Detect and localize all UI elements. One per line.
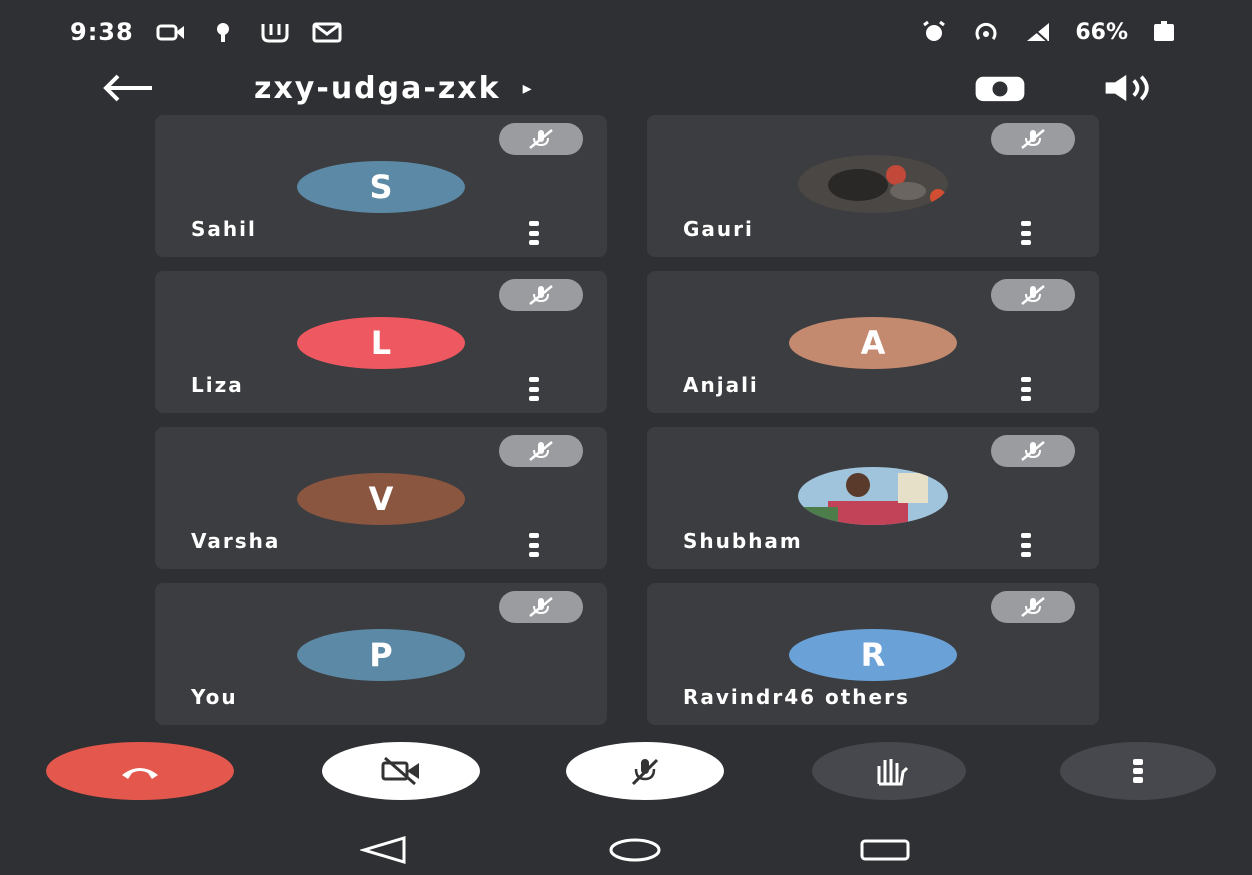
mic-off-icon xyxy=(1021,129,1045,149)
mic-muted-badge xyxy=(499,591,583,623)
speaker-icon xyxy=(1105,74,1149,102)
hand-icon xyxy=(877,759,909,786)
participant-tile-gauri[interactable]: Gauri xyxy=(647,115,1099,257)
recents-square-icon xyxy=(860,839,910,861)
battery-icon xyxy=(1154,21,1174,41)
mic-off-icon xyxy=(529,129,553,149)
participant-name: Ravindr46 others xyxy=(683,685,910,709)
avatar: R xyxy=(789,629,957,681)
mic-muted-badge xyxy=(499,123,583,155)
camera-off-icon xyxy=(381,756,419,786)
meeting-info-caret[interactable]: ▸ xyxy=(523,78,532,99)
mic-off-icon xyxy=(631,758,659,786)
back-arrow-icon xyxy=(103,74,152,102)
meet-call-screen: 9:38 66% zxy-udga-zxk ▸ S Sahil Gauri L … xyxy=(0,0,1252,875)
meeting-code[interactable]: zxy-udga-zxk xyxy=(254,71,501,106)
participant-name: Sahil xyxy=(191,217,257,241)
participant-tile-shubham[interactable]: Shubham xyxy=(647,427,1099,569)
podcast-icon xyxy=(216,23,229,42)
nav-back-button[interactable] xyxy=(358,835,410,869)
participant-tile-sahil[interactable]: S Sahil xyxy=(155,115,607,257)
participant-tile-anjali[interactable]: A Anjali xyxy=(647,271,1099,413)
participant-name: Varsha xyxy=(191,529,281,553)
camera-toggle-button[interactable] xyxy=(322,742,480,800)
mic-off-icon xyxy=(529,285,553,305)
mic-muted-badge xyxy=(499,435,583,467)
more-options-button[interactable] xyxy=(1060,742,1216,800)
app-icon xyxy=(261,24,289,43)
avatar: P xyxy=(297,629,465,681)
participant-tile-you[interactable]: P You xyxy=(155,583,607,725)
status-time: 9:38 xyxy=(70,18,134,46)
mic-muted-badge xyxy=(499,279,583,311)
system-nav-bar xyxy=(0,825,1252,873)
nav-recents-button[interactable] xyxy=(858,835,912,869)
mic-muted-badge xyxy=(991,123,1075,155)
participant-tile-others[interactable]: R Ravindr46 others xyxy=(647,583,1099,725)
participant-grid: S Sahil Gauri L Liza A Anjali V Varsha S… xyxy=(155,115,1105,735)
more-vert-icon[interactable] xyxy=(527,533,541,557)
nav-home-button[interactable] xyxy=(608,835,662,869)
status-left: 9:38 xyxy=(70,18,342,46)
alarm-icon xyxy=(923,21,946,41)
mic-off-icon xyxy=(1021,441,1045,461)
mic-muted-badge xyxy=(991,435,1075,467)
battery-percent: 66% xyxy=(1075,19,1128,45)
back-button[interactable] xyxy=(100,68,154,108)
signal-icon xyxy=(1027,23,1050,42)
end-call-button[interactable] xyxy=(46,742,234,800)
back-triangle-icon xyxy=(358,835,406,865)
status-right: 66% xyxy=(919,20,1180,45)
home-circle-icon xyxy=(609,838,661,862)
avatar-photo xyxy=(798,155,948,213)
avatar: L xyxy=(297,317,465,369)
switch-camera-icon xyxy=(975,76,1025,102)
avatar-photo xyxy=(798,467,948,525)
more-vert-icon[interactable] xyxy=(527,377,541,401)
more-vert-icon[interactable] xyxy=(1019,221,1033,245)
speaker-button[interactable] xyxy=(1100,66,1160,110)
more-vert-icon xyxy=(1133,759,1143,783)
participant-tile-varsha[interactable]: V Varsha xyxy=(155,427,607,569)
hotspot-icon xyxy=(975,22,997,40)
mic-off-icon xyxy=(529,597,553,617)
hang-up-icon xyxy=(122,768,158,779)
mic-off-icon xyxy=(529,441,553,461)
mic-muted-badge xyxy=(991,279,1075,311)
more-vert-icon[interactable] xyxy=(1019,377,1033,401)
raise-hand-button[interactable] xyxy=(812,742,966,800)
mic-off-icon xyxy=(1021,597,1045,617)
top-actions xyxy=(970,66,1160,110)
meeting-top-bar: zxy-udga-zxk ▸ xyxy=(100,58,1160,118)
gmail-icon xyxy=(312,22,342,43)
mic-muted-badge xyxy=(991,591,1075,623)
more-vert-icon[interactable] xyxy=(527,221,541,245)
mic-off-icon xyxy=(1021,285,1045,305)
video-icon xyxy=(156,24,184,41)
participant-name: Gauri xyxy=(683,217,754,241)
switch-camera-button[interactable] xyxy=(970,66,1030,110)
participant-tile-liza[interactable]: L Liza xyxy=(155,271,607,413)
avatar: S xyxy=(297,161,465,213)
status-bar: 9:38 66% xyxy=(70,12,1180,52)
participant-name: You xyxy=(191,685,238,709)
more-vert-icon[interactable] xyxy=(1019,533,1033,557)
participant-name: Anjali xyxy=(683,373,759,397)
avatar: A xyxy=(789,317,957,369)
mic-toggle-button[interactable] xyxy=(566,742,724,800)
participant-name: Shubham xyxy=(683,529,803,553)
call-controls xyxy=(46,742,1216,806)
participant-name: Liza xyxy=(191,373,244,397)
avatar: V xyxy=(297,473,465,525)
